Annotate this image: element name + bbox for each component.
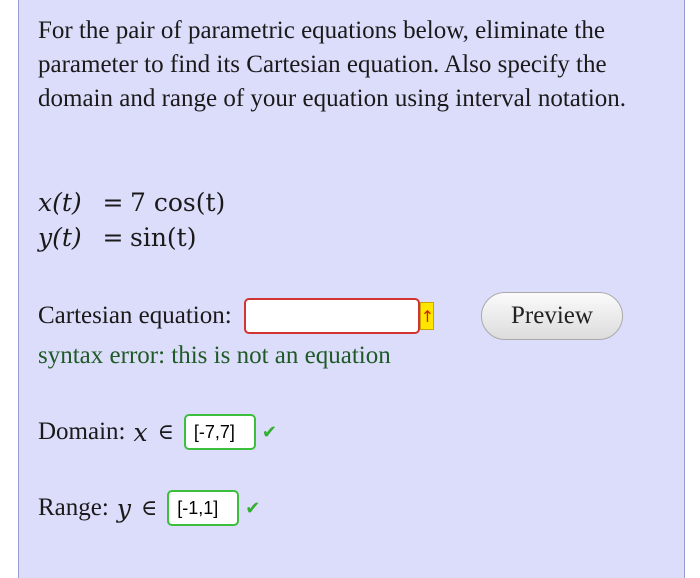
range-input[interactable] bbox=[167, 490, 240, 526]
equation-x: x(t) = 7 cos(t) bbox=[38, 187, 225, 219]
equation-x-equals: = bbox=[102, 188, 124, 217]
checkmark-icon: ✔ bbox=[245, 497, 261, 519]
domain-label: Domain: bbox=[38, 418, 126, 445]
equation-y: y(t) = sin(t) bbox=[38, 222, 196, 254]
equation-x-lhs: x(t) bbox=[38, 188, 82, 217]
range-label: Range: bbox=[38, 494, 109, 521]
range-variable: y bbox=[116, 493, 131, 523]
domain-row: Domain: x ∈ ✔ bbox=[38, 414, 277, 450]
equation-y-equals: = bbox=[102, 223, 124, 252]
question-panel: For the pair of parametric equations bel… bbox=[18, 0, 685, 578]
cartesian-row: Cartesian equation: ↑ bbox=[38, 298, 434, 334]
question-prompt: For the pair of parametric equations bel… bbox=[38, 17, 627, 112]
domain-variable: x bbox=[133, 417, 148, 447]
arrow-up-icon[interactable]: ↑ bbox=[419, 302, 434, 330]
checkmark-icon: ✔ bbox=[261, 421, 277, 443]
equation-x-rhs: 7 cos(t) bbox=[130, 188, 226, 217]
range-row: Range: y ∈ ✔ bbox=[38, 490, 260, 526]
equation-y-lhs: y(t) bbox=[38, 223, 82, 252]
preview-button[interactable]: Preview bbox=[481, 292, 623, 340]
syntax-error-message: syntax error: this is not an equation bbox=[38, 342, 391, 369]
cartesian-label: Cartesian equation: bbox=[38, 302, 232, 329]
element-of-symbol: ∈ bbox=[140, 495, 158, 521]
cartesian-equation-input[interactable] bbox=[243, 298, 420, 334]
equation-y-rhs: sin(t) bbox=[130, 223, 197, 252]
domain-input[interactable] bbox=[183, 414, 256, 450]
element-of-symbol: ∈ bbox=[157, 419, 174, 445]
